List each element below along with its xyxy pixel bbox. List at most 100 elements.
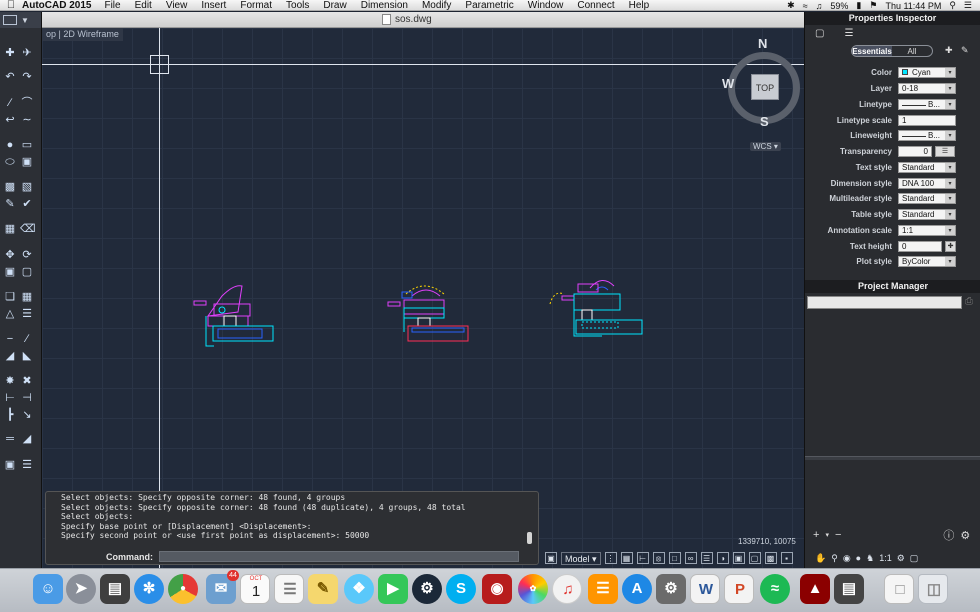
compass-south[interactable]: S: [760, 114, 769, 129]
dock-ibooks[interactable]: ☰: [588, 574, 618, 604]
hand-icon[interactable]: ✋: [815, 553, 826, 564]
arc-tool-icon[interactable]: ⌒: [20, 96, 34, 110]
dock-messages[interactable]: ❖: [344, 574, 374, 604]
units-icon[interactable]: ▩: [764, 552, 777, 564]
dock-word[interactable]: W: [690, 574, 720, 604]
quick-properties-icon[interactable]: ▪: [780, 552, 793, 564]
eraser-tool-icon[interactable]: ⌫: [20, 222, 36, 236]
rotate-tool-icon[interactable]: ⟳: [20, 248, 34, 262]
chamfer-tool-icon[interactable]: ◣: [20, 349, 34, 363]
menu-dimension[interactable]: Dimension: [361, 0, 408, 11]
move-tool-icon[interactable]: ✥: [3, 248, 17, 262]
menu-draw[interactable]: Draw: [323, 0, 346, 11]
compass-north[interactable]: N: [758, 36, 767, 51]
dock-mail[interactable]: ✉ 44: [206, 570, 239, 604]
leader-tool-icon[interactable]: ↘: [20, 408, 34, 422]
drawing-objects[interactable]: [42, 28, 804, 568]
linetype-scale-input[interactable]: 1: [898, 115, 956, 127]
project-select[interactable]: [807, 296, 962, 309]
grid-icon[interactable]: ▦: [620, 552, 633, 564]
notification-center-icon[interactable]: ☰: [964, 0, 972, 11]
lineweight-select[interactable]: B... ▾: [898, 130, 956, 142]
mirror-tool-icon[interactable]: △: [3, 307, 17, 321]
drawing-group-2[interactable]: [387, 285, 469, 342]
color-select[interactable]: Cyan ▾: [898, 67, 956, 79]
dimension-aligned-icon[interactable]: ⊣: [20, 391, 34, 405]
text-height-input[interactable]: 0: [898, 241, 942, 253]
text-tool-icon[interactable]: ═: [3, 432, 17, 446]
drawing-group-3[interactable]: [549, 280, 643, 337]
menu-window[interactable]: Window: [528, 0, 564, 11]
pick-point-icon[interactable]: ✚: [945, 241, 956, 253]
table-tool-icon[interactable]: ▦: [3, 222, 17, 236]
ortho-icon[interactable]: ⊢: [636, 552, 649, 564]
dock-preview[interactable]: ▤: [834, 574, 864, 604]
app-menu[interactable]: AutoCAD 2015: [22, 0, 91, 11]
menu-insert[interactable]: Insert: [201, 0, 226, 11]
gradient-tool-icon[interactable]: ▧: [20, 180, 34, 194]
flag-icon[interactable]: ⚑: [869, 0, 877, 11]
dock-mission-control[interactable]: ▤: [100, 574, 130, 604]
spline-tool-icon[interactable]: ∼: [20, 113, 34, 127]
mtext-tool-icon[interactable]: ◢: [20, 432, 34, 446]
measure-tool-icon[interactable]: ▣: [3, 458, 17, 472]
polar-icon[interactable]: ⦻: [652, 552, 665, 564]
dock-itunes[interactable]: ♫: [552, 574, 582, 604]
selection-cycling-icon[interactable]: ▣: [732, 552, 745, 564]
annotation-scale-value[interactable]: 1:1: [879, 553, 892, 563]
dimension-style-select[interactable]: DNA 100 ▾: [898, 178, 956, 190]
chevron-down-icon[interactable]: ▼: [21, 16, 29, 25]
offset-tool-icon[interactable]: ☰: [20, 307, 34, 321]
select-tool-icon[interactable]: [3, 15, 17, 25]
array-tool-icon[interactable]: ▦: [20, 290, 34, 304]
dock-chrome[interactable]: ●: [168, 574, 198, 604]
dock-photos[interactable]: ✿: [518, 574, 548, 604]
menu-format[interactable]: Format: [240, 0, 272, 11]
apple-menu-icon[interactable]: : [0, 0, 22, 11]
annotation-visibility-icon[interactable]: ●: [856, 553, 861, 563]
plot-style-select[interactable]: ByColor ▾: [898, 256, 956, 268]
dock-safari[interactable]: ✼: [134, 574, 164, 604]
battery-icon[interactable]: ▮: [856, 0, 861, 11]
annotation-scale-icon[interactable]: ♞: [866, 553, 874, 564]
menu-connect[interactable]: Connect: [577, 0, 614, 11]
dock-app-store[interactable]: A: [622, 574, 652, 604]
info-icon[interactable]: ⓘ: [943, 527, 954, 543]
spotlight-icon[interactable]: ⚲: [949, 0, 956, 11]
tab-all[interactable]: All: [892, 46, 932, 56]
multileader-style-select[interactable]: Standard ▾: [898, 193, 956, 205]
menu-edit[interactable]: Edit: [135, 0, 152, 11]
ellipse-tool-icon[interactable]: ⬭: [3, 155, 17, 169]
drawing-group-1[interactable]: [193, 285, 274, 347]
drawing-viewport[interactable]: op | 2D Wireframe N W TOP S WCS ▾ 133971…: [42, 28, 804, 568]
dock-notes[interactable]: ✎: [308, 574, 338, 604]
join-tool-icon[interactable]: ✖: [20, 374, 34, 388]
redo-icon[interactable]: ↷: [20, 70, 34, 84]
clock[interactable]: Thu 11:44 PM: [885, 1, 941, 11]
circle-tool-icon[interactable]: ●: [3, 138, 17, 152]
linetype-select[interactable]: B... ▾: [898, 99, 956, 111]
dock-calendar[interactable]: OCT 1: [240, 574, 270, 604]
otrack-icon[interactable]: ∞: [684, 552, 697, 564]
menu-file[interactable]: File: [104, 0, 120, 11]
copy-tool-icon[interactable]: ❏: [3, 290, 17, 304]
viewcube-face-top[interactable]: TOP: [751, 74, 779, 100]
fillet-tool-icon[interactable]: ◢: [3, 349, 17, 363]
transparency-icon[interactable]: ◑: [716, 552, 729, 564]
dock-skype[interactable]: S: [446, 574, 476, 604]
dock-reminders[interactable]: ☰: [274, 574, 304, 604]
remove-icon[interactable]: −: [835, 529, 841, 541]
region-tool-icon[interactable]: ▣: [20, 155, 34, 169]
dock-finder[interactable]: ☺: [33, 574, 63, 604]
battery-percent[interactable]: 59%: [830, 1, 848, 11]
command-line-window[interactable]: Select objects: Specify opposite corner:…: [45, 491, 539, 565]
layer-select[interactable]: 0-18 ▾: [898, 83, 956, 95]
scale-tool-icon[interactable]: ▣: [3, 265, 17, 279]
dock-documents[interactable]: □: [884, 574, 914, 604]
table-style-select[interactable]: Standard ▾: [898, 209, 956, 221]
annotation-scale-select[interactable]: 1:1 ▾: [898, 225, 956, 237]
fullscreen-icon[interactable]: ▢: [910, 553, 919, 564]
menu-tools[interactable]: Tools: [286, 0, 309, 11]
lineweight-icon[interactable]: ☰: [700, 552, 713, 564]
layout-toggle-icon[interactable]: ▣: [545, 552, 557, 564]
